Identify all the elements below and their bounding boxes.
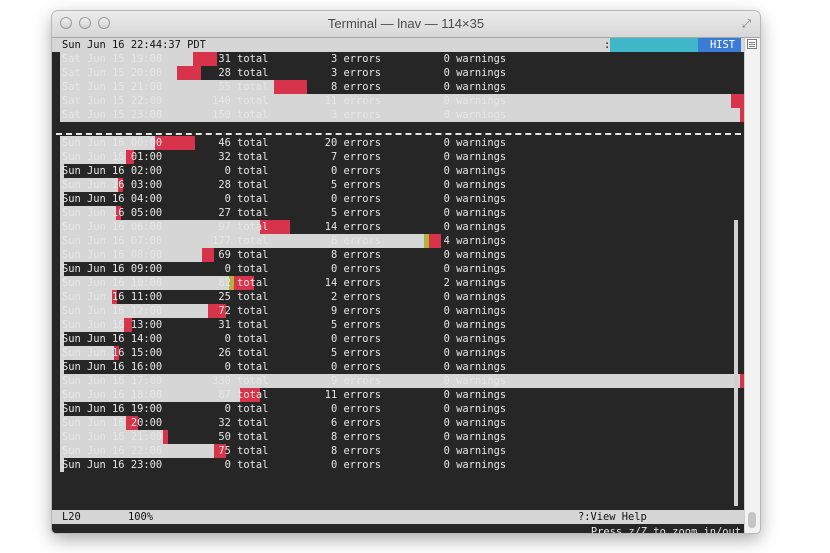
scrollbar-thumb[interactable]: [748, 512, 756, 528]
row-text: Sun Jun 16 19:00 0 total 0 errors 0 warn…: [62, 403, 507, 415]
row-text: Sun Jun 16 06:00 97 total 14 errors 0 wa…: [62, 221, 507, 233]
histogram-scroll-indicator[interactable]: [734, 220, 738, 506]
row-text: Sat Jun 15 21:00 55 total 8 errors 0 war…: [62, 81, 507, 93]
status-help[interactable]: ?:View Help: [578, 510, 647, 524]
histogram-row[interactable]: Sun Jun 16 00:00 46 total 20 errors 0 wa…: [52, 136, 745, 150]
row-text: Sun Jun 16 23:00 0 total 0 errors 0 warn…: [62, 459, 507, 471]
histogram-row[interactable]: Sat Jun 15 22:00 140 total 11 errors 0 w…: [52, 94, 745, 108]
row-text: Sun Jun 16 13:00 31 total 5 errors 0 war…: [62, 319, 507, 331]
histogram-row[interactable]: Sun Jun 16 22:00 75 total 8 errors 0 war…: [52, 444, 745, 458]
histogram-row[interactable]: Sun Jun 16 16:00 0 total 0 errors 0 warn…: [52, 360, 745, 374]
histogram-row[interactable]: Sat Jun 15 19:00 31 total 3 errors 0 war…: [52, 52, 745, 66]
row-text: Sat Jun 15 23:00 150 total 3 errors 0 wa…: [62, 109, 507, 121]
histogram-row[interactable]: Sun Jun 16 17:00 330 total 9 errors 0 wa…: [52, 374, 745, 388]
split-pane-icon[interactable]: [747, 39, 757, 49]
histogram-row[interactable]: Sun Jun 16 15:00 26 total 5 errors 0 war…: [52, 346, 745, 360]
row-text: Sun Jun 16 11:00 25 total 2 errors 0 war…: [62, 291, 507, 303]
status-percent: 100%: [128, 511, 154, 523]
row-text: Sun Jun 16 15:00 26 total 5 errors 0 war…: [62, 347, 507, 359]
row-text: Sun Jun 16 18:00 87 total 11 errors 0 wa…: [62, 389, 507, 401]
histogram-row[interactable]: Sun Jun 16 04:00 0 total 0 errors 0 warn…: [52, 192, 745, 206]
histogram-row[interactable]: Sun Jun 16 23:00 0 total 0 errors 0 warn…: [52, 458, 745, 472]
terminal-content[interactable]: Sun Jun 16 22:44:37 PDT : HIST Sat Jun 1…: [52, 38, 745, 533]
row-text: Sun Jun 16 01:00 32 total 7 errors 0 war…: [62, 151, 507, 163]
histogram-row[interactable]: Sun Jun 16 14:00 0 total 0 errors 0 warn…: [52, 332, 745, 346]
header-bar: Sun Jun 16 22:44:37 PDT : HIST: [52, 38, 745, 52]
histogram-row[interactable]: Sun Jun 16 01:00 32 total 7 errors 0 war…: [52, 150, 745, 164]
row-text: Sun Jun 16 05:00 27 total 5 errors 0 war…: [62, 207, 507, 219]
row-text: Sun Jun 16 00:00 46 total 20 errors 0 wa…: [62, 137, 507, 149]
row-text: Sun Jun 16 12:00 72 total 9 errors 0 war…: [62, 305, 507, 317]
histogram-row[interactable]: Sun Jun 16 13:00 31 total 5 errors 0 war…: [52, 318, 745, 332]
hist-mode-badge: HIST: [698, 38, 741, 52]
histogram-row[interactable]: Sun Jun 16 11:00 25 total 2 errors 0 war…: [52, 290, 745, 304]
histogram-row[interactable]: Sun Jun 16 05:00 27 total 5 errors 0 war…: [52, 206, 745, 220]
header-datetime: Sun Jun 16 22:44:37 PDT: [62, 39, 206, 51]
row-text: Sun Jun 16 07:00 177 total 8 errors 4 wa…: [62, 235, 507, 247]
row-text: Sun Jun 16 17:00 330 total 9 errors 0 wa…: [62, 375, 507, 387]
terminal-window: Terminal — lnav — 114×35 ⤢ Sun Jun 16 22…: [52, 11, 760, 533]
histogram-row[interactable]: Sun Jun 16 21:00 50 total 8 errors 0 war…: [52, 430, 745, 444]
histogram-row[interactable]: Sun Jun 16 07:00 177 total 8 errors 4 wa…: [52, 234, 745, 248]
row-text: Sun Jun 16 10:00 82 total 14 errors 2 wa…: [62, 277, 507, 289]
hist-label: HIST: [710, 39, 736, 51]
row-text: Sat Jun 15 22:00 140 total 11 errors 0 w…: [62, 95, 507, 107]
row-text: Sun Jun 16 21:00 50 total 8 errors 0 war…: [62, 431, 507, 443]
row-text: Sat Jun 15 19:00 31 total 3 errors 0 war…: [62, 53, 507, 65]
histogram-row[interactable]: Sun Jun 16 10:00 82 total 14 errors 2 wa…: [52, 276, 745, 290]
row-text: Sat Jun 15 20:00 28 total 3 errors 0 war…: [62, 67, 507, 79]
status-bar: L20 100% ?:View Help: [52, 510, 745, 524]
fullscreen-icon[interactable]: ⤢: [740, 17, 753, 30]
histogram-row[interactable]: Sun Jun 16 02:00 0 total 0 errors 0 warn…: [52, 164, 745, 178]
day-separator: [56, 133, 741, 135]
histogram-row[interactable]: Sun Jun 16 08:00 69 total 8 errors 0 war…: [52, 248, 745, 262]
histogram-row[interactable]: Sun Jun 16 20:00 32 total 6 errors 0 war…: [52, 416, 745, 430]
histogram-row[interactable]: Sat Jun 15 23:00 150 total 3 errors 0 wa…: [52, 108, 745, 122]
histogram-row[interactable]: Sun Jun 16 06:00 97 total 14 errors 0 wa…: [52, 220, 745, 234]
row-text: Sun Jun 16 08:00 69 total 8 errors 0 war…: [62, 249, 507, 261]
histogram-row[interactable]: Sun Jun 16 09:00 0 total 0 errors 0 warn…: [52, 262, 745, 276]
row-text: Sun Jun 16 09:00 0 total 0 errors 0 warn…: [62, 263, 507, 275]
histogram-row[interactable]: Sun Jun 16 03:00 28 total 5 errors 0 war…: [52, 178, 745, 192]
histogram-row[interactable]: Sat Jun 15 21:00 55 total 8 errors 0 war…: [52, 80, 745, 94]
errors-bar: [731, 94, 745, 108]
histogram-row[interactable]: Sat Jun 15 20:00 28 total 3 errors 0 war…: [52, 66, 745, 80]
histogram-row[interactable]: Sun Jun 16 19:00 0 total 0 errors 0 warn…: [52, 402, 745, 416]
histogram-row[interactable]: Sun Jun 16 12:00 72 total 9 errors 0 war…: [52, 304, 745, 318]
row-text: Sun Jun 16 03:00 28 total 5 errors 0 war…: [62, 179, 507, 191]
histogram-row[interactable]: Sun Jun 16 18:00 87 total 11 errors 0 wa…: [52, 388, 745, 402]
row-text: Sun Jun 16 02:00 0 total 0 errors 0 warn…: [62, 165, 507, 177]
row-text: Sun Jun 16 16:00 0 total 0 errors 0 warn…: [62, 361, 507, 373]
window-title: Terminal — lnav — 114×35: [327, 16, 485, 31]
title-bar: Terminal — lnav — 114×35 ⤢: [52, 11, 760, 38]
row-text: Sun Jun 16 22:00 75 total 8 errors 0 war…: [62, 445, 507, 457]
row-text: Sun Jun 16 14:00 0 total 0 errors 0 warn…: [62, 333, 507, 345]
window-scrollbar[interactable]: [744, 38, 760, 533]
status-line-number: L20: [62, 511, 81, 523]
row-text: Sun Jun 16 20:00 32 total 6 errors 0 war…: [62, 417, 507, 429]
row-text: Sun Jun 16 04:00 0 total 0 errors 0 warn…: [62, 193, 507, 205]
zoom-hint: Press z/Z to zoom in/out: [590, 526, 741, 533]
hist-teal-bar: [610, 38, 698, 52]
